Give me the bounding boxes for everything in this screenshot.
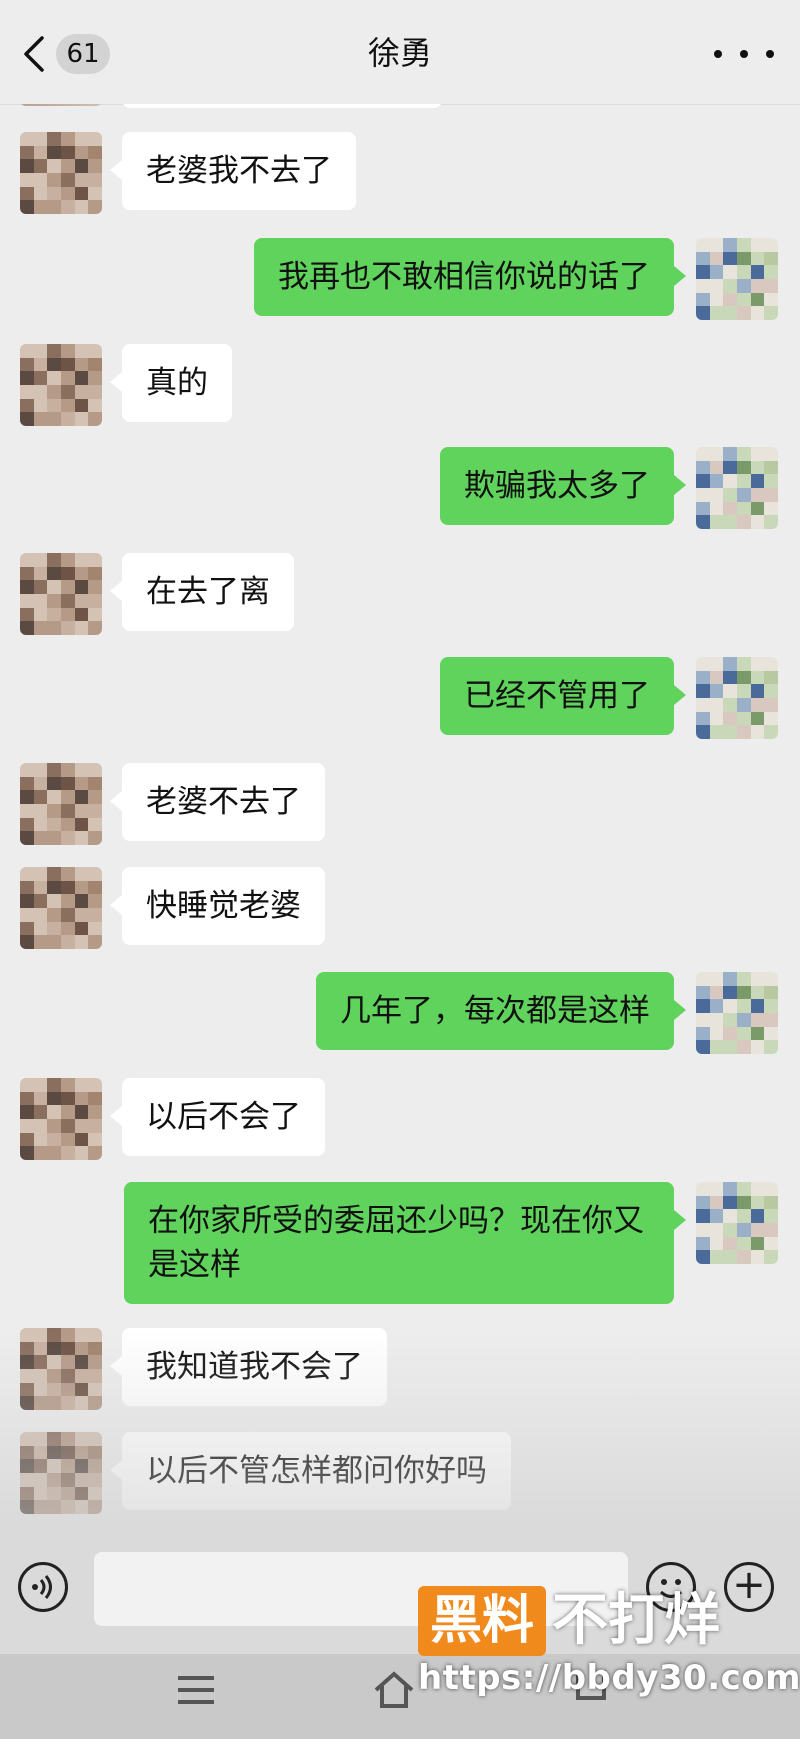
avatar (20, 104, 102, 106)
message-bubble-outgoing[interactable]: 欺骗我太多了 (440, 447, 686, 525)
contact-avatar[interactable] (20, 553, 102, 635)
message-bubble-incoming[interactable]: 以后不会了 (110, 1078, 325, 1156)
contact-avatar[interactable] (20, 1432, 102, 1514)
watermark-url: https://bbdy30.com (418, 1658, 800, 1698)
message-bubble-incoming[interactable]: 老婆我不去了 (110, 132, 356, 210)
message-bubble-incoming[interactable]: 真的 (110, 344, 232, 422)
home-icon[interactable] (372, 1670, 416, 1710)
message-bubble-outgoing[interactable]: 已经不管用了 (440, 657, 686, 735)
message-bubble-partial (122, 104, 442, 108)
self-avatar[interactable] (696, 1182, 778, 1264)
message-bubble-incoming[interactable]: 在去了离 (110, 553, 294, 631)
message-bubble-outgoing[interactable]: 在你家所受的委屈还少吗？现在你又是这样 (124, 1182, 686, 1304)
message-bubble-incoming[interactable]: 老婆不去了 (110, 763, 325, 841)
plus-icon[interactable]: + (724, 1562, 774, 1612)
more-dots-icon[interactable] (714, 34, 774, 74)
menu-icon[interactable] (178, 1676, 214, 1704)
self-avatar[interactable] (696, 238, 778, 320)
contact-avatar[interactable] (20, 1078, 102, 1160)
message-bubble-incoming[interactable]: 以后不管怎样都问你好吗 (110, 1432, 511, 1510)
message-bubble-incoming[interactable]: 我知道我不会了 (110, 1328, 387, 1406)
watermark-logo-box: 黑料 (418, 1586, 546, 1656)
unread-count-badge: 61 (56, 34, 110, 74)
message-input[interactable] (94, 1552, 628, 1626)
contact-avatar[interactable] (20, 763, 102, 845)
chat-header: 61 徐勇 (0, 0, 800, 105)
voice-icon[interactable] (18, 1562, 68, 1612)
watermark-text: 不打烊 (552, 1588, 720, 1653)
contact-avatar[interactable] (20, 132, 102, 214)
contact-avatar[interactable] (20, 1328, 102, 1410)
message-bubble-incoming[interactable]: 快睡觉老婆 (110, 867, 325, 945)
chevron-left-icon (24, 36, 44, 72)
contact-avatar[interactable] (20, 344, 102, 426)
self-avatar[interactable] (696, 972, 778, 1054)
self-avatar[interactable] (696, 657, 778, 739)
message-list[interactable]: 老婆我不去了 我再也不敢相信你说的话了 真的 欺骗我太多了 在去了离 已经不管用… (0, 104, 800, 1534)
self-avatar[interactable] (696, 447, 778, 529)
contact-avatar[interactable] (20, 867, 102, 949)
message-bubble-outgoing[interactable]: 我再也不敢相信你说的话了 (254, 238, 686, 316)
message-bubble-outgoing[interactable]: 几年了，每次都是这样 (316, 972, 686, 1050)
back-button[interactable]: 61 (22, 30, 112, 78)
chat-title: 徐勇 (367, 34, 432, 72)
